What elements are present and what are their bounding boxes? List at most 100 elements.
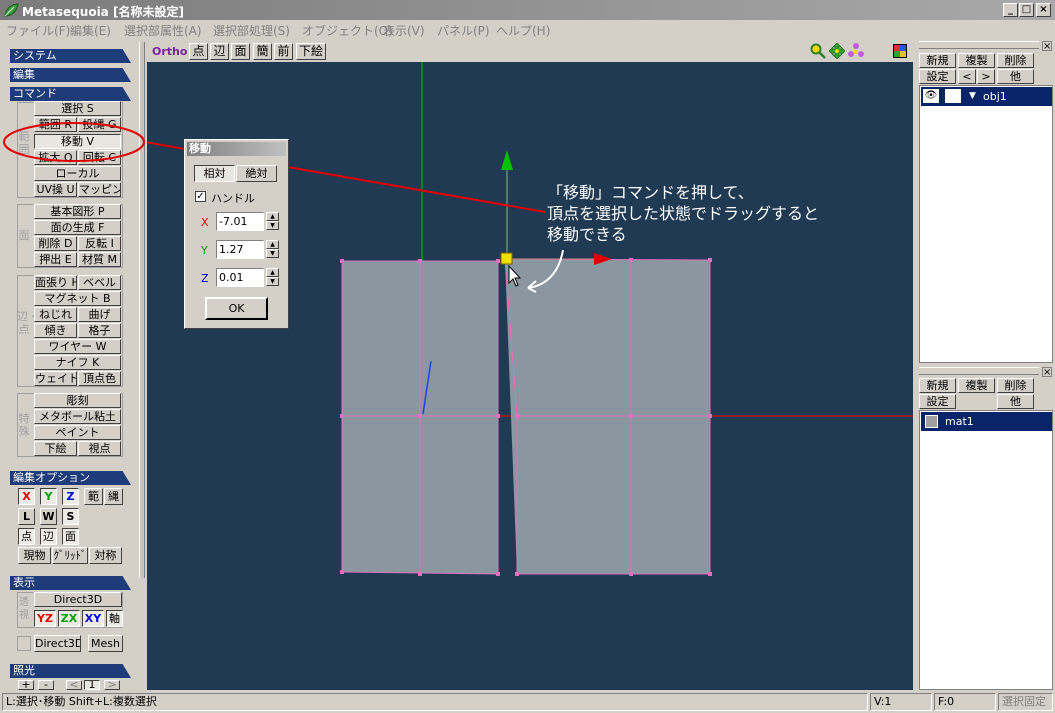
flip-button[interactable]: 反転 I [78, 236, 121, 251]
object-prev-button[interactable]: < [958, 69, 976, 84]
status-selection-lock[interactable]: 選択固定 [998, 693, 1053, 711]
ok-button[interactable]: OK [205, 297, 268, 320]
menu-help[interactable]: ヘルプ(H) [496, 22, 550, 39]
light-next-button[interactable]: > [104, 680, 120, 690]
minimize-button[interactable]: _ [1003, 3, 1018, 17]
axis-z-toggle[interactable]: Z [62, 488, 79, 505]
display-header[interactable]: 表示 [10, 576, 131, 590]
view-point-toggle[interactable]: 点 [189, 43, 208, 60]
axis-x-toggle[interactable]: X [18, 488, 35, 505]
material-panel-close-icon[interactable]: × [1042, 367, 1052, 378]
material-new-button[interactable]: 新規 [919, 378, 956, 393]
grid-button[interactable]: ｸﾞﾘｯﾄﾞ [52, 547, 88, 564]
mesh-view-button[interactable]: Mesh [88, 635, 123, 652]
edit-options-header[interactable]: 編集オプション [10, 471, 131, 485]
view-yz-toggle[interactable]: YZ [34, 610, 56, 627]
direct3d-button[interactable]: Direct3D [34, 592, 122, 607]
menu-selection[interactable]: 選択部処理(S) [213, 22, 290, 39]
paint-button[interactable]: ペイント [34, 425, 121, 440]
z-input[interactable]: 0.01 [216, 268, 264, 287]
zoom-icon[interactable] [810, 43, 826, 59]
absolute-button[interactable]: 絶対 [236, 165, 277, 182]
view-face-toggle[interactable]: 面 [231, 43, 250, 60]
light-remove-button[interactable]: - [38, 680, 54, 690]
handle-checkbox[interactable]: ✓ [195, 191, 206, 202]
light-prev-button[interactable]: < [66, 680, 82, 690]
metaball-button[interactable]: メタボール粘土 [34, 409, 121, 424]
local-command-button[interactable]: ローカル [34, 166, 121, 181]
menu-panel[interactable]: パネル(P) [437, 22, 490, 39]
wire-button[interactable]: ワイヤー W [34, 339, 121, 354]
object-other-button[interactable]: 他 [997, 69, 1034, 84]
material-button[interactable]: 材質 M [78, 252, 121, 267]
command-header[interactable]: コマンド [10, 87, 131, 101]
edge-select-toggle[interactable]: 辺 [40, 528, 57, 545]
bend-button[interactable]: 曲げ [78, 307, 121, 322]
sculpt-button[interactable]: 彫刻 [34, 393, 121, 408]
view-edge-toggle[interactable]: 辺 [210, 43, 229, 60]
material-delete-button[interactable]: 削除 [997, 378, 1034, 393]
view-front-button[interactable]: 前 [274, 43, 293, 60]
view-zx-toggle[interactable]: ZX [58, 610, 80, 627]
trace-button[interactable]: 下絵 [34, 441, 77, 456]
y-input[interactable]: 1.27 [216, 240, 264, 259]
screen-s-toggle[interactable]: S [62, 508, 79, 525]
lattice-button[interactable]: 格子 [78, 323, 121, 338]
object-panel-grip[interactable] [919, 41, 1039, 49]
lasso-option[interactable]: 縄 [104, 488, 123, 505]
mapping-command-button[interactable]: マッピング [78, 182, 121, 197]
object-duplicate-button[interactable]: 複製 [958, 53, 995, 68]
select-command-button[interactable]: 選択 S [34, 101, 121, 116]
lock-toggle[interactable] [945, 89, 961, 103]
object-next-button[interactable]: > [977, 69, 995, 84]
viewpoint-button[interactable]: 視点 [78, 441, 121, 456]
menu-file[interactable]: ファイル(F) [6, 22, 70, 39]
material-panel-grip[interactable] [919, 367, 1039, 375]
object-settings-button[interactable]: 設定 [919, 69, 956, 84]
delete-button[interactable]: 削除 D [34, 236, 77, 251]
weight-button[interactable]: ウェイト [34, 371, 77, 386]
lighting-header[interactable]: 照光 [10, 664, 131, 678]
maximize-button[interactable]: □ [1019, 3, 1034, 17]
axis-display-toggle[interactable]: 軸 [106, 610, 123, 627]
light-add-button[interactable]: + [18, 680, 34, 690]
object-list[interactable]: 👁 ▼ obj1 [919, 85, 1053, 363]
relative-button[interactable]: 相対 [194, 165, 235, 182]
menu-object[interactable]: オブジェクト(O) [302, 22, 393, 39]
point-select-toggle[interactable]: 点 [18, 528, 35, 545]
tilt-button[interactable]: 傾き [34, 323, 77, 338]
system-header[interactable]: システム [10, 49, 131, 63]
object-panel-close-icon[interactable]: × [1042, 41, 1052, 52]
material-row-mat1[interactable]: mat1 [921, 412, 1052, 431]
menu-attributes[interactable]: 選択部属性(A) [124, 22, 202, 39]
local-l-toggle[interactable]: L [18, 508, 35, 525]
view-xy-toggle[interactable]: XY [82, 610, 104, 627]
view-simple-toggle[interactable]: 簡 [253, 43, 272, 60]
range-option[interactable]: 範 [84, 488, 103, 505]
material-duplicate-button[interactable]: 複製 [958, 378, 995, 393]
current-object-button[interactable]: 現物 [18, 547, 51, 564]
extrude-button[interactable]: 押出 E [34, 252, 77, 267]
uv-command-button[interactable]: UV操 U [34, 182, 77, 197]
basic-shape-button[interactable]: 基本図形 P [34, 204, 121, 219]
view-layout-icon[interactable] [892, 43, 908, 59]
face-select-toggle[interactable]: 面 [62, 528, 79, 545]
menu-edit[interactable]: 編集(E) [70, 22, 111, 39]
ortho-mode-label[interactable]: Ortho [152, 45, 187, 58]
direct3d-view-button[interactable]: Direct3D [34, 635, 81, 652]
bevel-button[interactable]: ベベル [78, 275, 121, 290]
view-trace-button[interactable]: 下絵 [296, 43, 326, 60]
expand-triangle-icon[interactable]: ▼ [969, 87, 976, 106]
x-spinner[interactable]: ▲ ▼ [266, 212, 279, 231]
z-spinner[interactable]: ▲ ▼ [266, 268, 279, 287]
vertex-color-button[interactable]: 頂点色 [78, 371, 121, 386]
move-dialog-title[interactable]: 移動 [187, 142, 286, 156]
stretch-face-button[interactable]: 面張り H [34, 275, 77, 290]
symmetry-button[interactable]: 対称 [89, 547, 122, 564]
material-other-button[interactable]: 他 [997, 394, 1034, 409]
axis-y-toggle[interactable]: Y [40, 488, 57, 505]
y-spinner[interactable]: ▲ ▼ [266, 240, 279, 259]
create-face-button[interactable]: 面の生成 F [34, 220, 121, 235]
object-delete-button[interactable]: 削除 [997, 53, 1034, 68]
material-list[interactable]: mat1 [919, 410, 1053, 690]
